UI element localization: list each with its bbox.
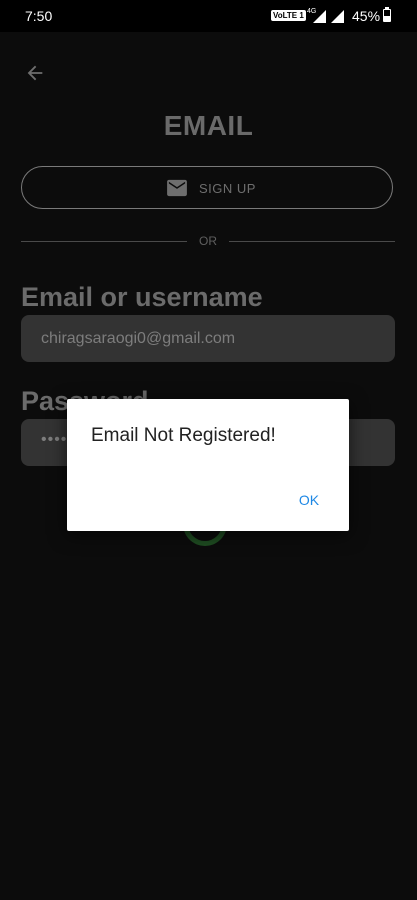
divider-right xyxy=(229,241,395,242)
battery-percent: 45% xyxy=(352,8,381,24)
status-bar: 7:50 VoLTE 1 4G 45% xyxy=(0,0,417,32)
ok-button[interactable]: OK xyxy=(287,489,331,511)
signup-button[interactable]: SIGN UP xyxy=(21,166,393,209)
signal-icon-2 xyxy=(331,10,344,23)
email-value: chiragsaraogi0@gmail.com xyxy=(41,330,236,347)
divider-or: OR xyxy=(199,234,217,248)
signal-icon xyxy=(313,10,326,23)
alert-dialog: Email Not Registered! OK xyxy=(67,399,349,531)
status-time: 7:50 xyxy=(25,8,53,24)
arrow-left-icon[interactable] xyxy=(24,62,46,84)
email-label: Email or username xyxy=(21,282,263,312)
divider-left xyxy=(21,241,187,242)
signup-label: SIGN UP xyxy=(199,181,256,196)
email-field[interactable]: chiragsaraogi0@gmail.com xyxy=(21,315,395,362)
volte-badge: VoLTE 1 xyxy=(271,10,306,21)
dialog-message: Email Not Registered! xyxy=(91,425,276,446)
battery-icon xyxy=(383,7,391,22)
page-title: EMAIL xyxy=(163,110,254,141)
mail-icon xyxy=(167,179,187,197)
